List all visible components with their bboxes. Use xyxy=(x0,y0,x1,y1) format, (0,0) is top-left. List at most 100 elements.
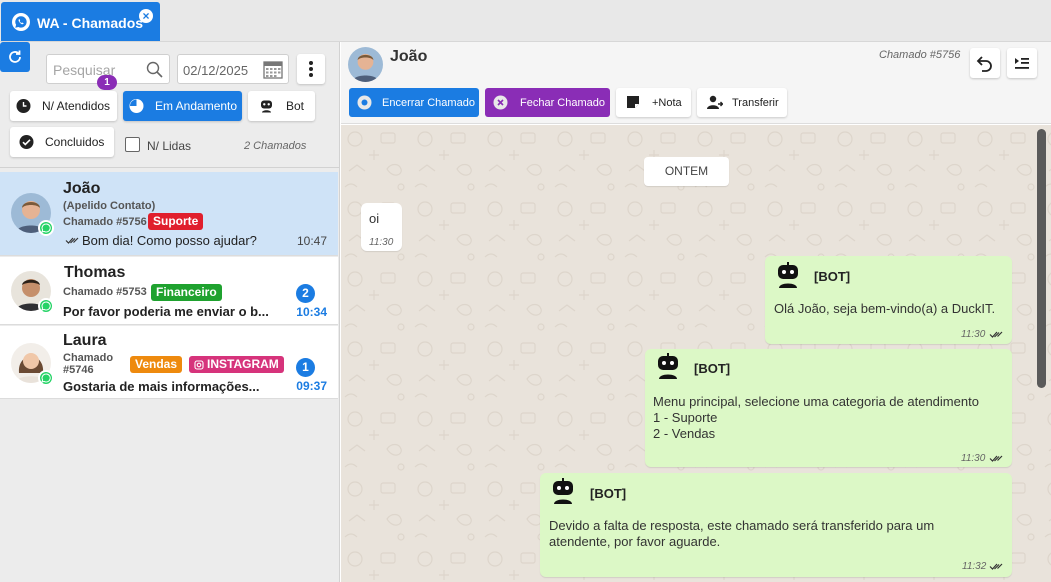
unread-badge: 1 xyxy=(296,358,315,377)
transferir-button[interactable]: Transferir xyxy=(697,88,787,117)
tab-label: WA - Chamados xyxy=(37,15,144,31)
message-sender: [BOT] xyxy=(814,269,851,284)
contact-nickname: (Apelido Contato) xyxy=(63,200,156,212)
chat-area[interactable]: ONTEM oi 11:30 [BOT] Olá João, seja bem-… xyxy=(341,125,1051,582)
conversation-item-thomas[interactable]: Thomas Chamado #5753 Financeiro Por favo… xyxy=(0,257,338,325)
button-label: Transferir xyxy=(732,97,779,109)
filter-label: Concluidos xyxy=(45,135,105,149)
return-button[interactable] xyxy=(970,48,1000,78)
whatsapp-icon xyxy=(38,298,54,314)
double-check-icon xyxy=(65,237,79,244)
instagram-icon xyxy=(194,360,204,370)
conversation-item-joao[interactable]: João (Apelido Contato) Chamado #5756 Sup… xyxy=(0,172,338,256)
conversation-item-laura[interactable]: Laura Chamado #5746 Vendas INSTAGRAM Gos… xyxy=(0,326,338,399)
chat-header: João Chamado #5756 Encerrar Chamado Fech… xyxy=(341,42,1051,124)
contact-name: João xyxy=(63,180,101,197)
filter-label: Em Andamento xyxy=(155,99,238,113)
last-message: Por favor poderia me enviar o b... xyxy=(63,304,269,319)
date-picker[interactable]: 02/12/2025 xyxy=(177,54,289,84)
ticket-label: Chamado xyxy=(63,352,114,364)
date-value: 02/12/2025 xyxy=(183,63,249,78)
robot-icon xyxy=(261,100,272,113)
calendar-icon[interactable] xyxy=(263,60,283,79)
progress-clock-icon xyxy=(129,99,144,113)
message-text: oi xyxy=(369,211,380,226)
tag-vendas: Vendas xyxy=(130,356,183,373)
filter-nao-atendidos-button[interactable]: N/ Atendidos xyxy=(10,91,117,121)
indent-icon xyxy=(1015,58,1029,69)
message-time: 11:32 xyxy=(962,561,987,572)
search-count-badge: 1 xyxy=(97,75,117,90)
nota-button[interactable]: +Nota xyxy=(616,88,691,117)
chat-panel: João Chamado #5756 Encerrar Chamado Fech… xyxy=(341,42,1051,582)
ticket-number: #5746 xyxy=(63,364,94,376)
nao-lidas-checkbox[interactable] xyxy=(125,137,140,152)
chat-contact-name: João xyxy=(390,48,428,65)
unread-badge: 2 xyxy=(296,284,315,303)
double-check-icon xyxy=(989,455,1003,462)
day-separator: ONTEM xyxy=(644,157,729,186)
last-message: Bom dia! Como posso ajudar? xyxy=(82,233,257,248)
contact-name: Thomas xyxy=(64,264,126,281)
message-bubble-incoming: oi 11:30 xyxy=(361,203,402,251)
note-icon xyxy=(627,96,639,108)
transfer-user-icon xyxy=(707,95,723,109)
chat-ticket-number: Chamado #5756 xyxy=(879,49,961,61)
message-time: 11:30 xyxy=(961,329,986,340)
tag-instagram: INSTAGRAM xyxy=(189,356,284,373)
message-text: Menu principal, selecione uma categoria … xyxy=(653,394,979,441)
robot-icon xyxy=(778,262,798,288)
whatsapp-icon xyxy=(38,220,54,236)
filter-label: Bot xyxy=(286,99,305,113)
message-time: 10:34 xyxy=(296,305,327,319)
search-icon[interactable] xyxy=(146,61,163,78)
ticket-number: Chamado #5756 xyxy=(63,216,147,228)
robot-icon xyxy=(553,478,573,504)
refresh-button[interactable] xyxy=(0,42,30,72)
message-sender: [BOT] xyxy=(694,361,731,376)
message-sender: [BOT] xyxy=(590,486,627,501)
refresh-icon xyxy=(9,50,21,63)
message-bubble-bot: [BOT] Olá João, seja bem-vindo(a) a Duck… xyxy=(765,256,1012,344)
whatsapp-icon xyxy=(12,13,30,31)
filter-concluidos-button[interactable]: Concluidos xyxy=(10,127,114,157)
tag-suporte: Suporte xyxy=(148,213,204,230)
button-label: +Nota xyxy=(652,97,682,109)
tab-bar: WA - Chamados × xyxy=(0,0,1051,42)
stop-circle-icon xyxy=(357,95,372,110)
filter-bot-button[interactable]: Bot xyxy=(248,91,315,121)
whatsapp-icon xyxy=(38,370,54,386)
message-text: Olá João, seja bem-vindo(a) a DuckIT. xyxy=(774,301,996,316)
filter-label: N/ Atendidos xyxy=(42,99,111,113)
message-bubble-bot: [BOT] Devido a falta de resposta, este c… xyxy=(540,473,1012,577)
button-label: Fechar Chamado xyxy=(520,97,605,109)
message-time: 10:47 xyxy=(296,234,327,248)
chat-scrollbar[interactable] xyxy=(1037,129,1046,388)
tag-financeiro: Financeiro xyxy=(151,284,222,301)
fechar-chamado-button[interactable]: Fechar Chamado xyxy=(485,88,610,117)
nao-lidas-label[interactable]: N/ Lidas xyxy=(147,139,191,153)
check-circle-icon xyxy=(19,135,34,149)
message-time: 09:37 xyxy=(296,379,327,393)
double-check-icon xyxy=(989,563,1003,570)
tickets-count: 2 Chamados xyxy=(244,140,307,152)
message-text: Devido a falta de resposta, este chamado… xyxy=(549,518,935,549)
tab-wa-chamados[interactable]: WA - Chamados × xyxy=(1,2,160,41)
contact-avatar xyxy=(348,47,383,82)
button-label: Encerrar Chamado xyxy=(382,97,475,109)
kebab-icon xyxy=(309,61,313,65)
robot-icon xyxy=(658,353,678,379)
ticket-number: Chamado #5753 xyxy=(63,286,147,298)
message-time: 11:30 xyxy=(369,237,394,248)
last-message: Gostaria de mais informações... xyxy=(63,379,260,394)
filter-em-andamento-button[interactable]: Em Andamento xyxy=(123,91,242,121)
more-options-button[interactable] xyxy=(297,54,325,84)
encerrar-chamado-button[interactable]: Encerrar Chamado xyxy=(349,88,479,117)
contact-name: Laura xyxy=(63,332,107,349)
double-check-icon xyxy=(989,331,1003,338)
clock-icon xyxy=(16,99,31,113)
message-time: 11:30 xyxy=(961,453,986,464)
close-circle-icon xyxy=(493,95,508,110)
queue-button[interactable] xyxy=(1007,48,1037,78)
tab-close-icon[interactable]: × xyxy=(139,9,153,23)
